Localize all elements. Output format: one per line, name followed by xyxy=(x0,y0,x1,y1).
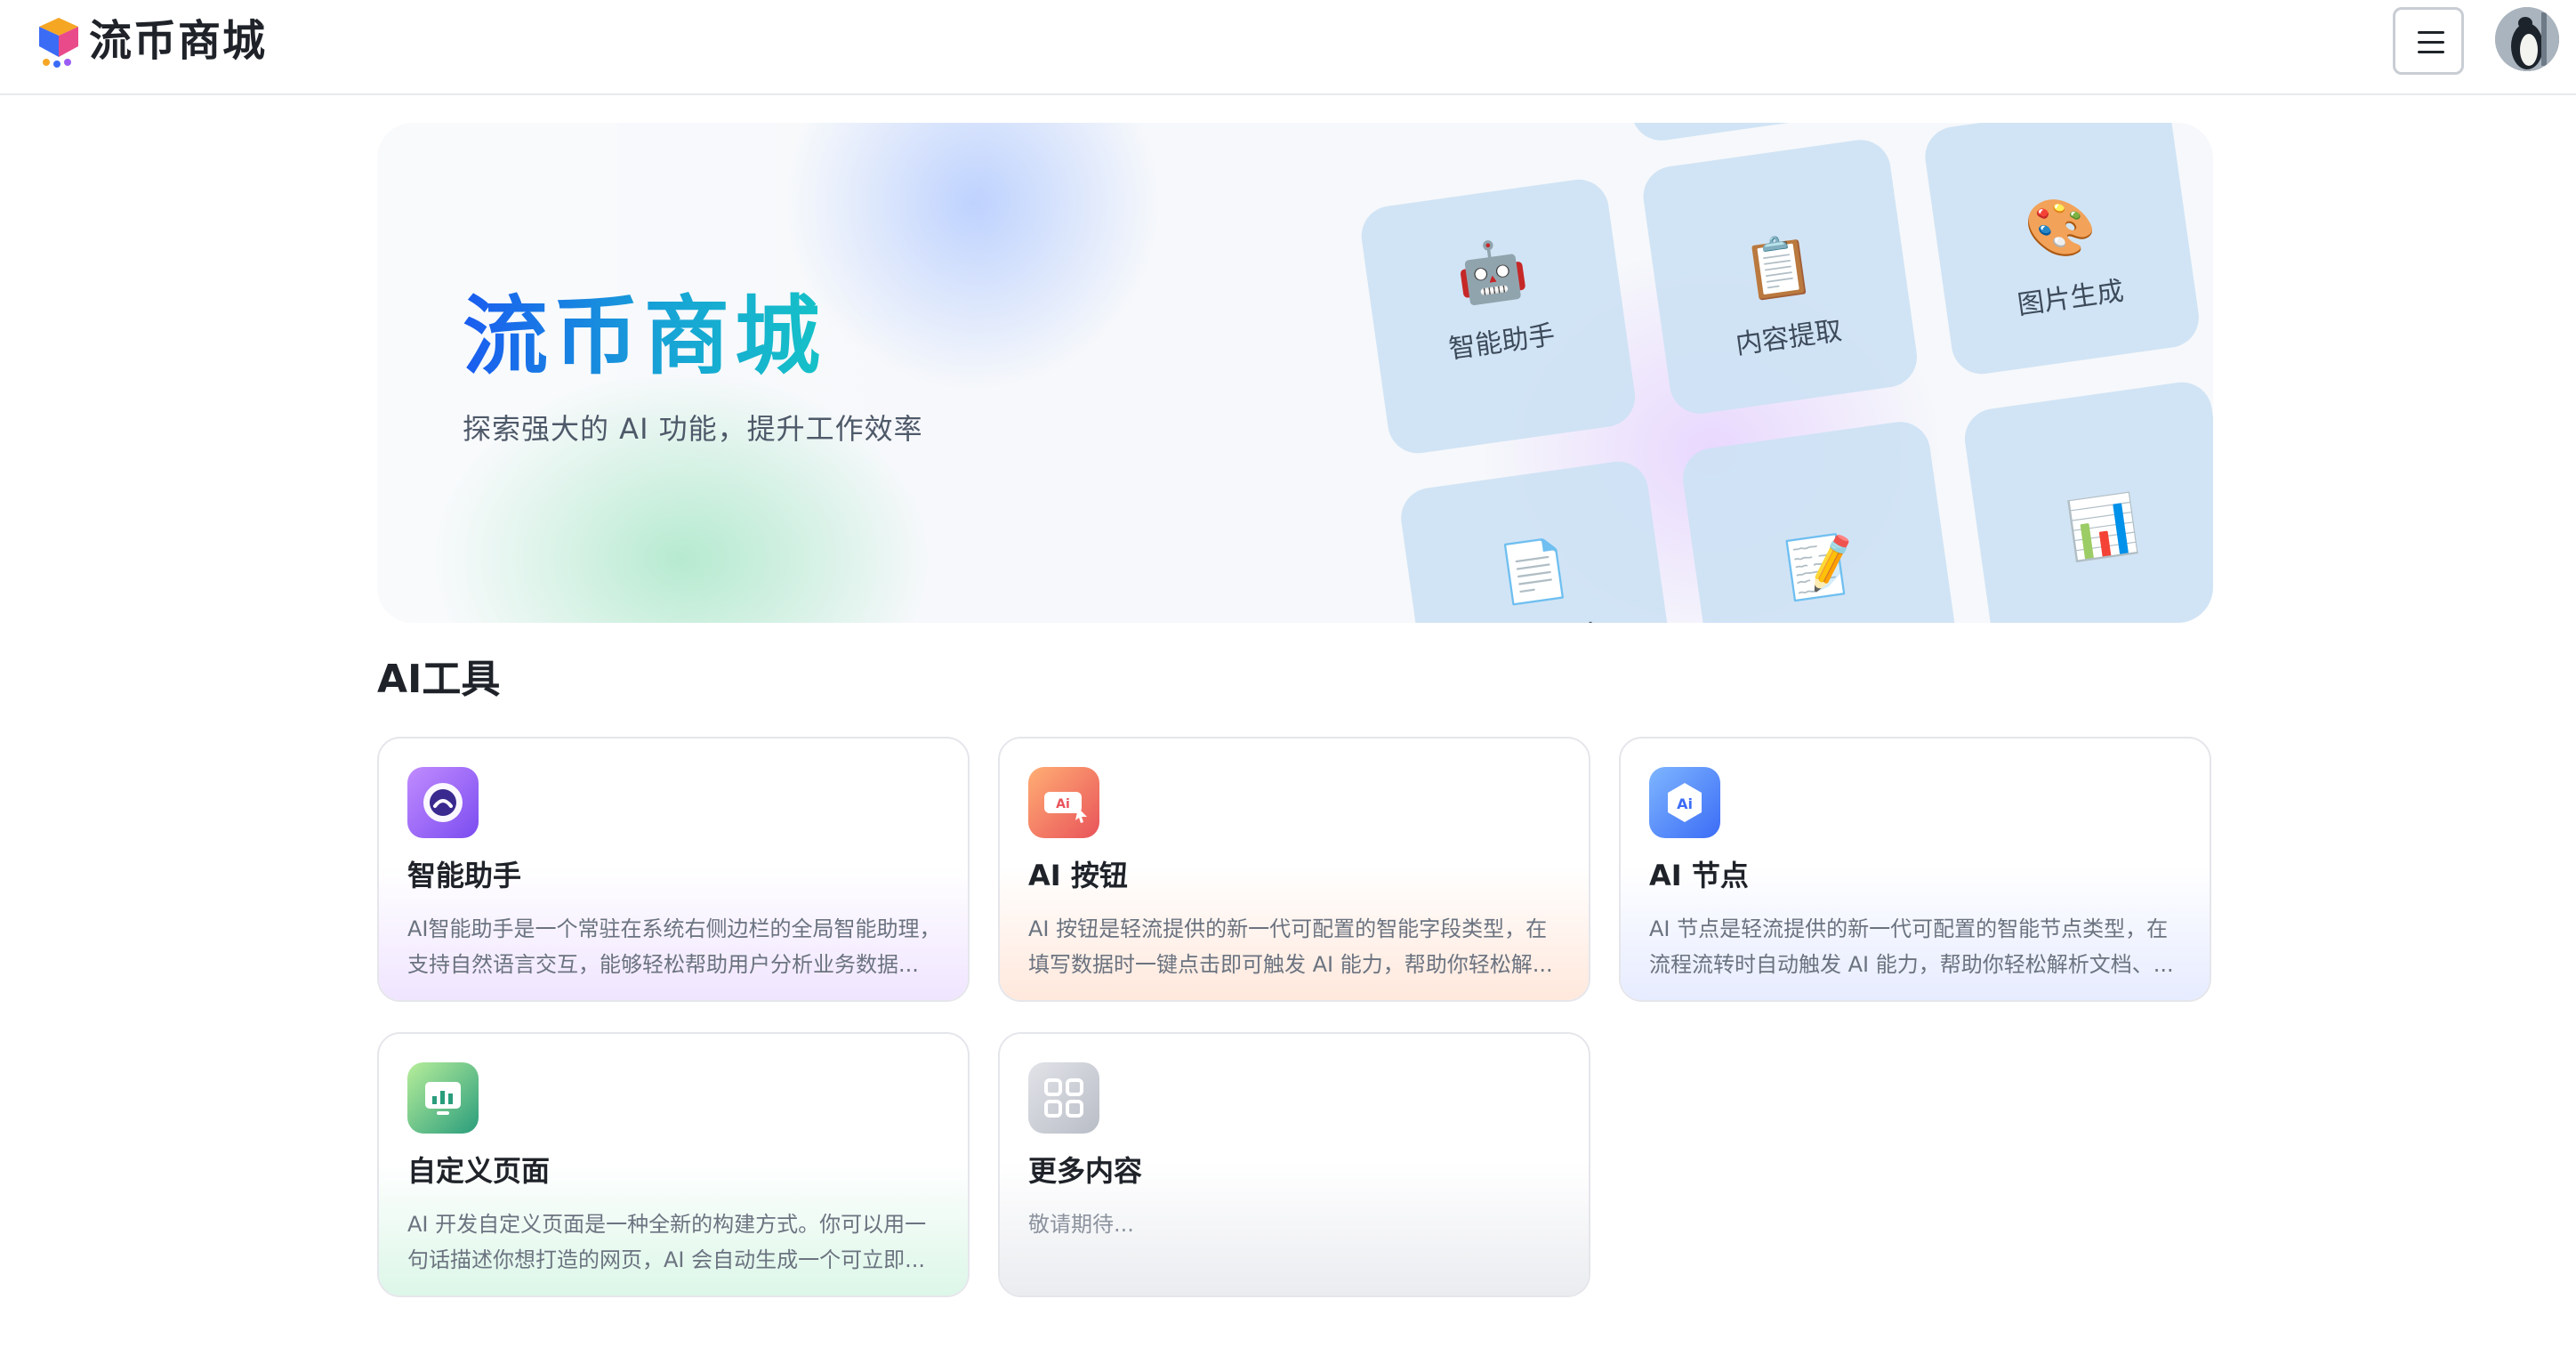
card-title: 更多内容 xyxy=(1028,1154,1143,1188)
custom-page-icon xyxy=(407,1062,479,1134)
brand-name[interactable]: 流币商城 xyxy=(89,12,267,69)
card-title: AI 按钮 xyxy=(1028,859,1128,892)
memo-icon: 📝 xyxy=(1781,529,1861,606)
feature-tile-assistant[interactable]: 🤖 智能助手 xyxy=(1357,175,1639,457)
clipboard-icon: 📋 xyxy=(1739,230,1819,306)
tool-card-ai-node[interactable]: Ai AI 节点 AI 节点是轻流提供的新一代可配置的智能节点类型，在 流程流转… xyxy=(1619,737,2211,1002)
avatar[interactable] xyxy=(2495,7,2559,71)
section-title: AI工具 xyxy=(377,657,501,702)
card-title: 自定义页面 xyxy=(407,1154,551,1188)
menu-button[interactable] xyxy=(2393,7,2464,75)
hero-banner: 流币商城 探索强大的 AI 功能，提升工作效率 🤖 智能助手 📋 内容提取 🎨 … xyxy=(377,123,2213,623)
top-navbar: 流币商城 xyxy=(0,0,2576,95)
assistant-icon xyxy=(407,767,479,838)
card-description: AI智能助手是一个常驻在系统右侧边栏的全局智能助理， 支持自然语言交互，能够轻松… xyxy=(407,916,941,977)
card-description: 敬请期待... xyxy=(1028,1212,1134,1237)
palette-icon: 🎨 xyxy=(2021,190,2101,266)
card-description: AI 开发自定义页面是一种全新的构建方式。你可以用一 句话描述你想打造的网页，A… xyxy=(407,1212,927,1272)
tool-card-more[interactable]: 更多内容 敬请期待... xyxy=(998,1032,1590,1297)
banner-title: 流币商城 xyxy=(463,283,825,390)
bar-chart-icon: 📊 xyxy=(2063,490,2143,566)
card-title: 智能助手 xyxy=(407,859,522,892)
tool-card-custom-page[interactable]: 自定义页面 AI 开发自定义页面是一种全新的构建方式。你可以用一 句话描述你想打… xyxy=(377,1032,970,1297)
tool-card-ai-button[interactable]: Ai AI 按钮 AI 按钮是轻流提供的新一代可配置的智能字段类型，在 填写数据… xyxy=(998,737,1590,1002)
feature-tile xyxy=(1601,123,1883,145)
robot-icon: 🤖 xyxy=(1452,234,1533,311)
grid-icon xyxy=(1028,1062,1099,1134)
card-description: AI 节点是轻流提供的新一代可配置的智能节点类型，在 流程流转时自动触发 AI … xyxy=(1649,916,2174,977)
feature-tile-grid: 🤖 智能助手 📋 内容提取 🎨 图片生成 📄 文档解析 📝 📊 xyxy=(1338,123,2213,623)
svg-text:Ai: Ai xyxy=(1056,797,1070,811)
banner-subtitle: 探索强大的 AI 功能，提升工作效率 xyxy=(463,412,923,446)
feature-tile[interactable]: 📝 xyxy=(1678,417,1960,623)
feature-tile[interactable]: 📊 xyxy=(1960,378,2213,623)
feature-tile-image[interactable]: 🎨 图片生成 xyxy=(1921,123,2203,378)
ai-node-icon: Ai xyxy=(1649,767,1720,838)
card-description: AI 按钮是轻流提供的新一代可配置的智能字段类型，在 填写数据时一键点击即可触发… xyxy=(1028,916,1553,977)
penguin-avatar xyxy=(2495,7,2559,71)
card-title: AI 节点 xyxy=(1649,859,1749,892)
logo-icon[interactable] xyxy=(36,14,82,68)
feature-tile-document[interactable]: 📄 文档解析 xyxy=(1397,457,1679,623)
document-icon: 📄 xyxy=(1494,534,1574,609)
ai-button-icon: Ai xyxy=(1028,767,1099,838)
feature-tile-extract[interactable]: 📋 内容提取 xyxy=(1639,135,1921,418)
tool-card-assistant[interactable]: 智能助手 AI智能助手是一个常驻在系统右侧边栏的全局智能助理， 支持自然语言交互… xyxy=(377,737,970,1002)
svg-text:Ai: Ai xyxy=(1677,795,1693,812)
